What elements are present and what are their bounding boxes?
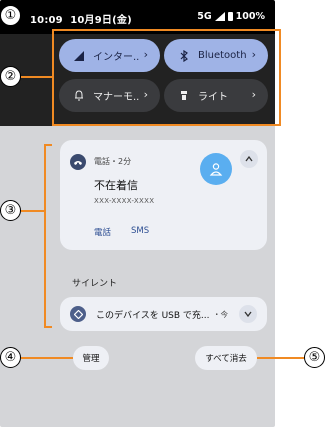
usb-notification-time: ・今 [213, 310, 228, 319]
usb-icon [70, 306, 86, 322]
call-back-button[interactable]: 電話 [94, 226, 111, 238]
chevron-up-icon [245, 156, 253, 162]
callout-3: ③ [0, 200, 21, 221]
callout-5: ⑤ [304, 347, 325, 368]
notification-meta: 電話・2分 [94, 157, 132, 166]
sms-button[interactable]: SMS [131, 226, 149, 236]
contact-avatar [200, 153, 232, 185]
status-icons: 5G 100% [197, 11, 265, 22]
battery-label: 100% [235, 11, 265, 22]
callout-4-line [21, 357, 73, 359]
missed-call-notification[interactable]: 電話・2分 不在着信 XXX-XXXX-XXXX 電話 SMS [60, 140, 267, 250]
notification-title: 不在着信 [94, 179, 138, 192]
collapse-button[interactable] [240, 150, 258, 168]
status-time: 10:09 10月9日(金) [30, 15, 132, 26]
callout-2: ② [0, 66, 21, 87]
bracket-bottom [44, 326, 52, 328]
bracket-top [44, 144, 52, 146]
notifications-bracket [44, 144, 46, 328]
clear-all-button[interactable]: すべて消去 [195, 346, 257, 370]
chevron-down-icon [244, 311, 252, 317]
callout-3-line [21, 210, 44, 212]
signal-icon [214, 12, 225, 21]
battery-icon [227, 12, 233, 21]
quick-settings-highlight [52, 29, 281, 126]
callout-1-line [20, 15, 30, 16]
usb-notification-text: このデバイスを USB で充... [96, 311, 210, 321]
callout-2-line [21, 76, 52, 78]
callout-1: ① [0, 5, 21, 26]
expand-button[interactable] [239, 305, 257, 323]
callout-5-line [257, 357, 304, 359]
manage-button[interactable]: 管理 [73, 346, 109, 370]
phone-missed-icon [70, 154, 86, 170]
usb-notification[interactable]: このデバイスを USB で充... ・今 [60, 297, 267, 331]
network-label: 5G [197, 11, 212, 22]
callout-4: ④ [0, 347, 21, 368]
silent-section-header: サイレント [72, 279, 118, 289]
caller-number: XXX-XXXX-XXXX [94, 197, 155, 205]
